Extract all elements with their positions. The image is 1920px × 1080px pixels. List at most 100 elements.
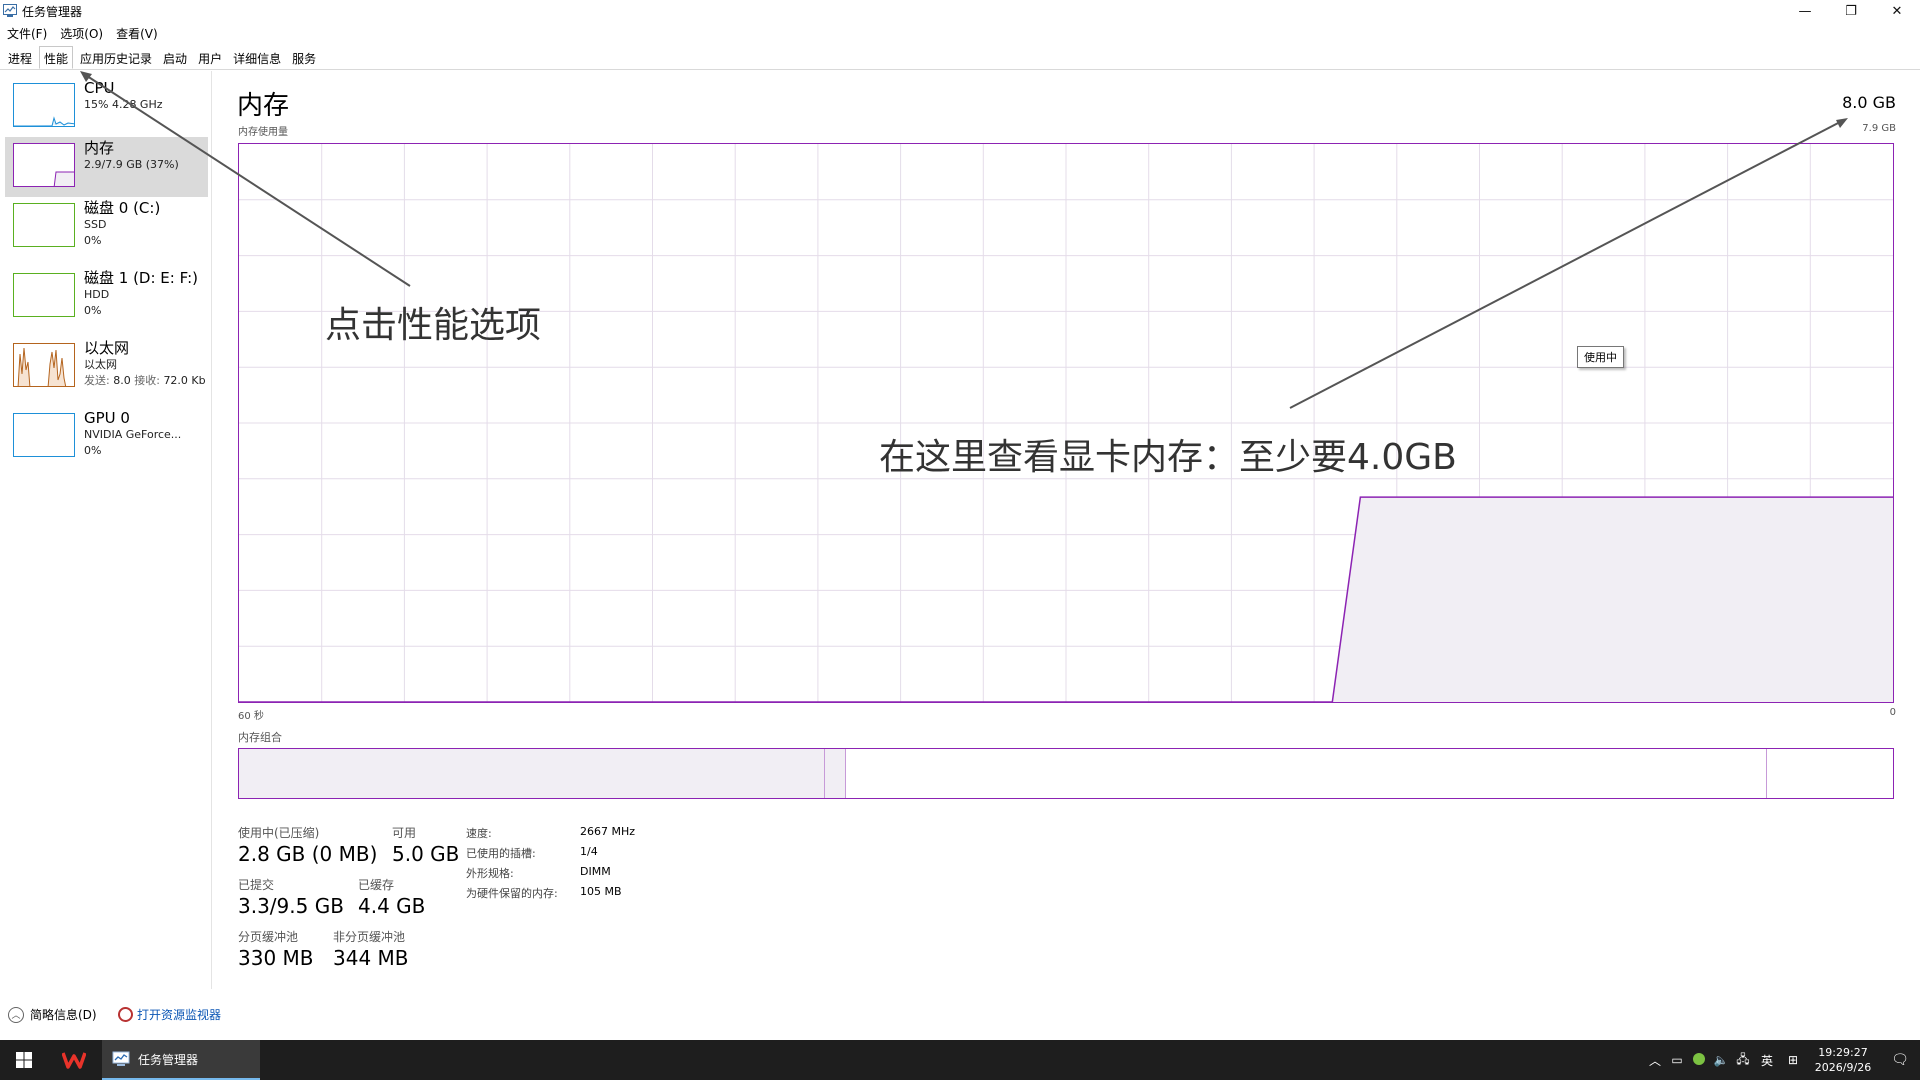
fewer-details-button[interactable]: ︿ 简略信息(D) (8, 1006, 97, 1023)
nonpaged-pool-label: 非分页缓冲池 (333, 930, 406, 944)
system-tray: ︿ ▭ 🔈 🖧 英 ⊞ 19:29:27 2026/9/26 🗨 (1644, 1040, 1920, 1080)
memory-composition-bar (238, 748, 1894, 799)
ime-mode-icon[interactable]: ⊞ (1780, 1053, 1806, 1067)
restore-button[interactable]: ❐ (1828, 0, 1874, 22)
paged-pool-value: 330 MB (238, 946, 314, 970)
sidebar-item-gpu[interactable]: GPU 0 NVIDIA GeForce... 0% (5, 407, 208, 467)
memory-panel: 内存 8.0 GB 内存使用量 7.9 GB 使用中 60 秒 0 内存组合 使… (213, 71, 1920, 989)
menu-view[interactable]: 查看(V) (116, 22, 165, 42)
ethernet-thumbnail (13, 343, 75, 387)
memory-usage-plot (239, 144, 1893, 702)
task-manager-icon (3, 4, 17, 17)
start-button[interactable] (0, 1040, 48, 1080)
tab-services[interactable]: 服务 (288, 47, 320, 69)
cpu-thumbnail (13, 83, 75, 127)
sidebar-item-disk0[interactable]: 磁盘 0 (C:) SSD 0% (5, 197, 208, 257)
sidebar-ethernet-throughput: 发送: 8.0 接收: 72.0 Kb (84, 373, 214, 389)
tab-bar: 进程 性能 应用历史记录 启动 用户 详细信息 服务 (0, 46, 1920, 70)
form-factor-value: DIMM (580, 865, 611, 878)
in-use-value: 2.8 GB (0 MB) (238, 842, 378, 866)
disk1-thumbnail (13, 273, 75, 317)
clock-time: 19:29:27 (1818, 1046, 1868, 1059)
annotation-check-memory: 在这里查看显卡内存：至少要4.0GB (879, 437, 1457, 478)
close-button[interactable]: ✕ (1874, 0, 1920, 22)
menu-options[interactable]: 选项(O) (60, 22, 110, 42)
reserved-label: 为硬件保留的内存: (466, 887, 558, 900)
network-icon[interactable]: 🖧 (1732, 1050, 1754, 1071)
committed-label: 已提交 (238, 878, 275, 892)
sidebar-item-cpu[interactable]: CPU 15% 4.28 GHz (5, 77, 208, 137)
minimize-button[interactable]: — (1782, 0, 1828, 22)
sidebar-disk1-name: 磁盘 1 (D: E: F:) (84, 269, 198, 287)
tab-app-history[interactable]: 应用历史记录 (76, 47, 156, 69)
resource-monitor-icon (118, 1007, 133, 1022)
memory-sparkline (53, 171, 74, 186)
clock-date: 2026/9/26 (1814, 1061, 1872, 1074)
open-resource-monitor-link[interactable]: 打开资源监视器 (118, 1006, 221, 1023)
menu-bar: 文件(F) 选项(O) 查看(V) (0, 22, 1920, 42)
disk0-thumbnail (13, 203, 75, 247)
ethernet-recv-label: 接收: (134, 374, 160, 387)
task-manager-taskbar-button[interactable]: 任务管理器 (102, 1040, 260, 1080)
composition-in-use (239, 749, 826, 798)
sidebar-disk1-type: HDD (84, 288, 110, 301)
speed-label: 速度: (466, 827, 492, 840)
slots-label: 已使用的插槽: (466, 847, 536, 860)
window-title: 任务管理器 (22, 5, 83, 19)
cpu-sparkline (14, 116, 74, 126)
memory-usage-chart (238, 143, 1894, 703)
wps-logo-icon (62, 1052, 86, 1069)
sidebar-disk0-type: SSD (84, 218, 107, 231)
tab-startup[interactable]: 启动 (159, 47, 191, 69)
ethernet-sparkline (17, 347, 67, 386)
menu-file[interactable]: 文件(F) (7, 22, 54, 42)
composition-free (1767, 749, 1893, 798)
clock[interactable]: 19:29:27 2026/9/26 (1806, 1045, 1880, 1075)
nonpaged-pool-value: 344 MB (333, 946, 409, 970)
footer-bar: ︿ 简略信息(D) 打开资源监视器 (0, 998, 1920, 1032)
open-resource-monitor-label: 打开资源监视器 (137, 1008, 222, 1022)
cached-label: 已缓存 (358, 878, 395, 892)
notification-icon[interactable]: 🗨 (1880, 1052, 1920, 1068)
sidebar-cpu-name: CPU (84, 79, 115, 97)
title-bar: 任务管理器 — ❐ ✕ (0, 0, 1920, 22)
tab-users[interactable]: 用户 (194, 47, 226, 69)
gpu-thumbnail (13, 413, 75, 457)
chart-max: 7.9 GB (1862, 123, 1896, 134)
composition-standby (846, 749, 1768, 798)
axis-right-label: 0 (1889, 707, 1896, 718)
form-factor-label: 外形规格: (466, 867, 514, 880)
sidebar-item-ethernet[interactable]: 以太网 以太网 发送: 8.0 接收: 72.0 Kb (5, 337, 208, 397)
sidebar-disk0-usage: 0% (84, 234, 102, 247)
task-manager-taskbar-label: 任务管理器 (138, 1052, 199, 1067)
reserved-value: 105 MB (580, 885, 622, 898)
chart-label: 内存使用量 (238, 127, 288, 138)
sidebar-gpu-usage: 0% (84, 444, 102, 457)
chevron-up-icon: ︿ (8, 1006, 24, 1023)
tab-performance[interactable]: 性能 (39, 46, 74, 69)
sidebar-gpu-model: NVIDIA GeForce... (84, 428, 182, 441)
tablet-icon[interactable]: ▭ (1666, 1053, 1688, 1067)
cached-value: 4.4 GB (358, 894, 426, 918)
tab-details[interactable]: 详细信息 (229, 47, 285, 69)
fewer-details-label: 简略信息(D) (30, 1008, 97, 1022)
available-value: 5.0 GB (392, 842, 460, 866)
sidebar-item-memory[interactable]: 内存 2.9/7.9 GB (37%) (5, 137, 208, 197)
security-icon[interactable] (1688, 1052, 1710, 1068)
ethernet-recv-value: 72.0 Kb (163, 374, 206, 387)
wps-taskbar-button[interactable] (50, 1040, 98, 1080)
sidebar-cpu-usage: 15% 4.28 GHz (84, 98, 163, 111)
composition-modified (825, 749, 847, 798)
composition-label: 内存组合 (238, 731, 282, 744)
in-use-tooltip: 使用中 (1577, 346, 1624, 368)
annotation-click-tab: 点击性能选项 (325, 305, 542, 346)
volume-icon[interactable]: 🔈 (1710, 1053, 1732, 1067)
sidebar-gpu-name: GPU 0 (84, 409, 130, 427)
show-hidden-icons-icon[interactable]: ︿ (1644, 1052, 1666, 1069)
ethernet-send-value: 8.0 (113, 374, 131, 387)
tab-processes[interactable]: 进程 (4, 47, 36, 69)
sidebar-item-disk1[interactable]: 磁盘 1 (D: E: F:) HDD 0% (5, 267, 208, 327)
ime-indicator[interactable]: 英 (1754, 1052, 1780, 1069)
task-manager-icon (112, 1051, 130, 1066)
in-use-label: 使用中(已压缩) (238, 826, 320, 840)
